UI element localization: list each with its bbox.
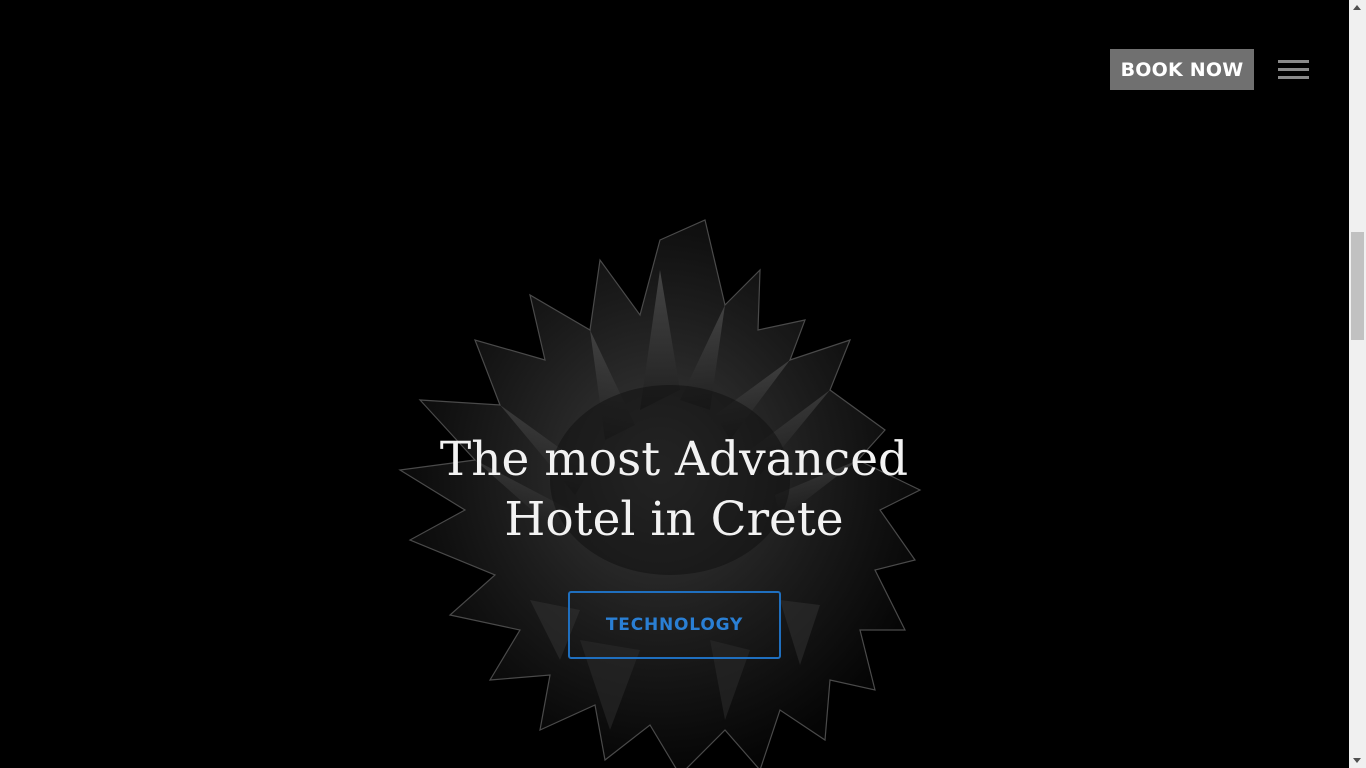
menu-bar <box>1278 68 1309 71</box>
hamburger-menu-icon[interactable] <box>1278 59 1309 81</box>
page: The most Advanced Hotel in Crete TECHNOL… <box>0 0 1349 768</box>
menu-bar <box>1278 60 1309 63</box>
technology-button[interactable]: TECHNOLOGY <box>568 591 781 659</box>
scroll-up-arrow-icon[interactable] <box>1353 5 1361 10</box>
hero-title-line-2: Hotel in Crete <box>504 492 844 547</box>
scroll-down-arrow-icon[interactable] <box>1353 758 1361 763</box>
hero-title: The most Advanced Hotel in Crete <box>380 430 968 550</box>
menu-bar <box>1278 76 1309 79</box>
vertical-scrollbar[interactable] <box>1349 0 1366 768</box>
book-now-button[interactable]: BOOK NOW <box>1110 49 1254 90</box>
hero-title-line-1: The most Advanced <box>439 432 909 487</box>
scrollbar-thumb[interactable] <box>1351 232 1364 340</box>
